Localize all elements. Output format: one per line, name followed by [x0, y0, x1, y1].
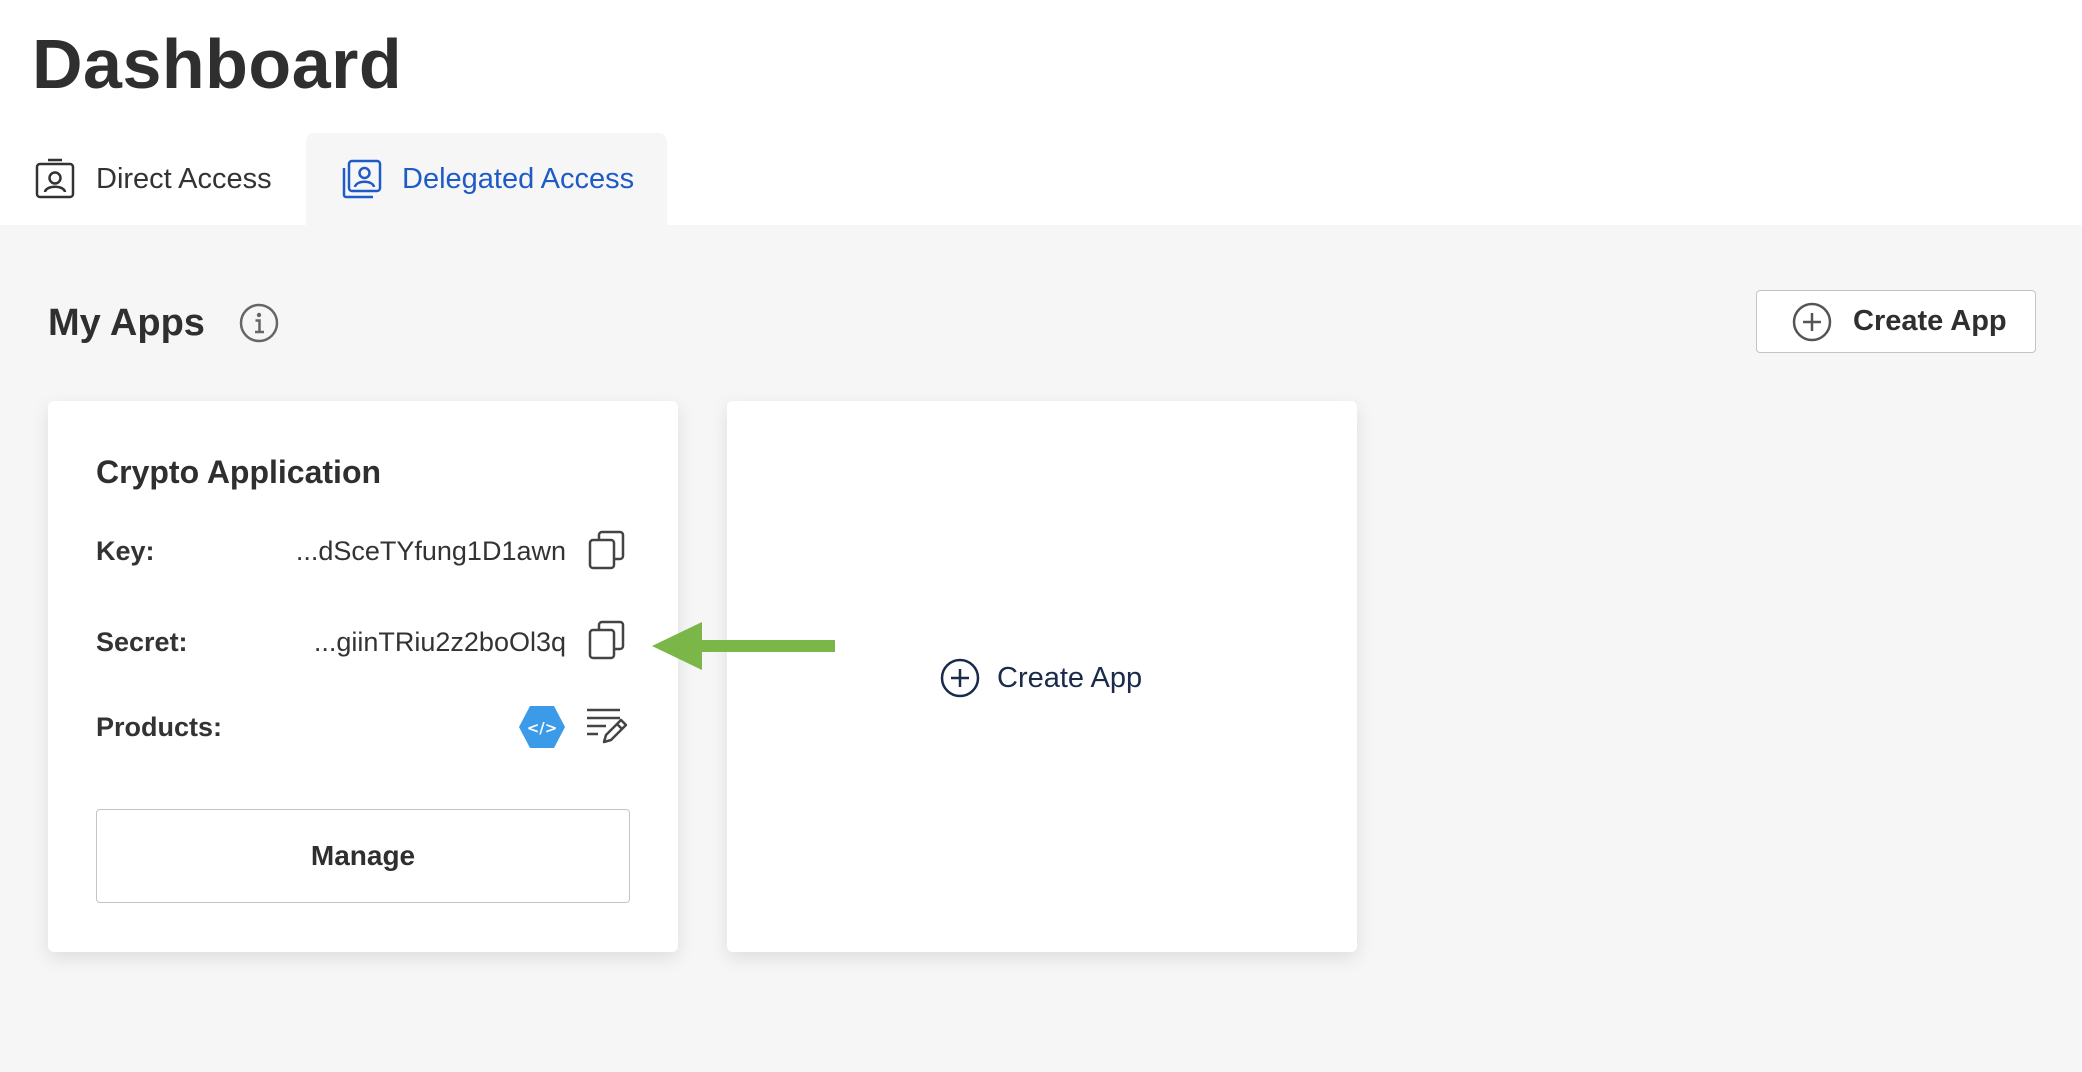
code-hexagon-icon[interactable]: </>: [518, 704, 566, 750]
manage-button[interactable]: Manage: [96, 809, 630, 903]
tab-delegated-access[interactable]: Delegated Access: [306, 133, 667, 225]
app-name: Crypto Application: [96, 454, 382, 490]
create-app-card-label: Create App: [997, 661, 1143, 694]
main-content: My Apps Create App Crypto Application Ke…: [0, 225, 2082, 1072]
copy-key-icon[interactable]: [586, 529, 628, 571]
pointer-arrow-icon: [652, 622, 835, 670]
edit-list-icon[interactable]: [584, 704, 630, 750]
user-badge-icon: [34, 158, 76, 200]
tab-direct-access[interactable]: Direct Access: [0, 133, 306, 225]
products-label: Products:: [96, 712, 223, 742]
tab-label: Delegated Access: [402, 162, 635, 195]
secret-label: Secret:: [96, 627, 188, 657]
app-card: Crypto Application Key: ...dSceTYfung1D1…: [48, 401, 678, 952]
key-value: ...dSceTYfung1D1awn: [295, 536, 566, 566]
create-app-button[interactable]: Create App: [1756, 290, 2036, 353]
page-title: Dashboard: [32, 25, 403, 103]
tab-label: Direct Access: [96, 162, 272, 195]
secret-value: ...giinTRiu2z2boOl3q: [313, 627, 566, 657]
create-app-card[interactable]: Create App: [727, 401, 1357, 952]
header: Dashboard Direct Access Delegated Access: [0, 0, 2082, 225]
copy-secret-icon[interactable]: [586, 619, 628, 661]
user-badges-icon: [340, 158, 382, 200]
plus-circle-icon: [939, 657, 981, 699]
key-label: Key:: [96, 536, 155, 566]
svg-text:</>: </>: [527, 719, 558, 737]
info-icon[interactable]: [238, 302, 280, 344]
plus-circle-icon: [1791, 301, 1833, 343]
section-title: My Apps: [48, 302, 205, 344]
create-app-label: Create App: [1853, 305, 2007, 337]
create-app-link[interactable]: Create App: [939, 657, 1142, 699]
